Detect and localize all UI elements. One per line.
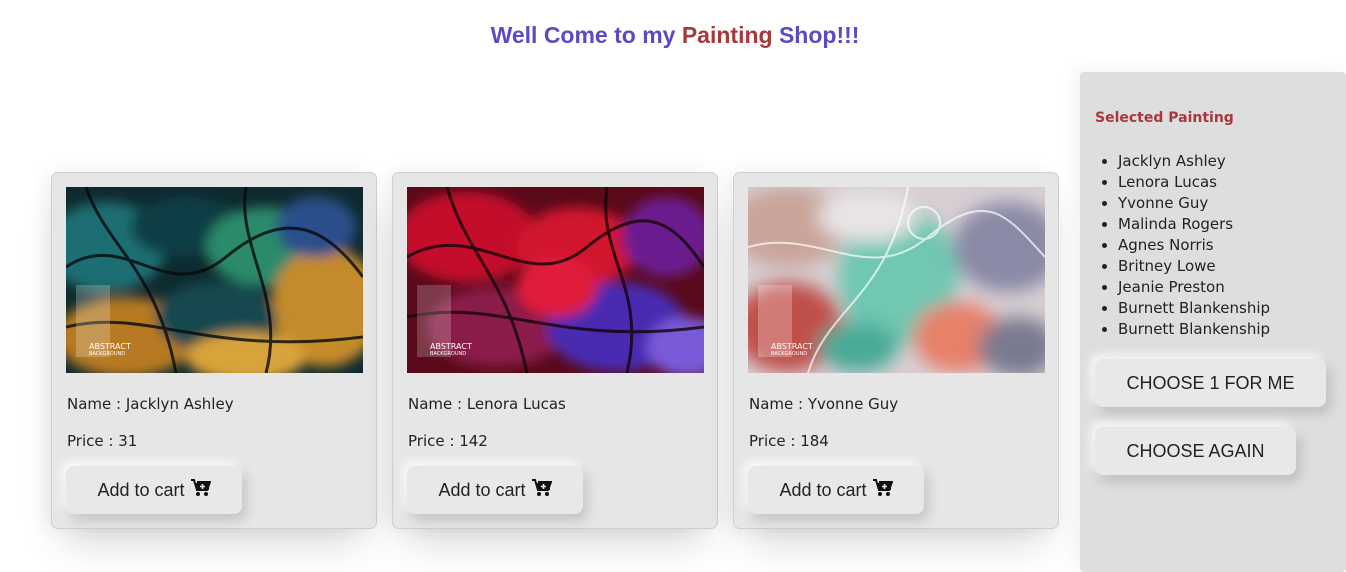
painting-name: Name : Lenora Lucas xyxy=(408,395,566,413)
panel-heading: Selected Painting xyxy=(1095,110,1234,126)
add-to-cart-button[interactable]: Add to cart xyxy=(407,466,583,514)
name-prefix: Name : xyxy=(408,395,467,413)
price-prefix: Price : xyxy=(749,432,801,450)
title-part-1: Well Come to my xyxy=(490,22,682,48)
price-prefix: Price : xyxy=(67,432,119,450)
list-item: Jeanie Preston xyxy=(1118,277,1270,298)
add-to-cart-label: Add to cart xyxy=(438,479,526,500)
name-prefix: Name : xyxy=(749,395,808,413)
name-value: Lenora Lucas xyxy=(466,395,566,413)
painting-name: Name : Yvonne Guy xyxy=(749,395,898,413)
image-caption-2: BACKGROUND xyxy=(430,351,466,357)
painting-image: ABSTRACT BACKGROUND xyxy=(407,187,704,373)
image-caption-1: ABSTRACT xyxy=(89,342,131,351)
list-item: Burnett Blankenship xyxy=(1118,298,1270,319)
painting-image: ABSTRACT BACKGROUND xyxy=(66,187,363,373)
list-item: Jacklyn Ashley xyxy=(1118,151,1270,172)
list-item: Yvonne Guy xyxy=(1118,193,1270,214)
choose-again-button[interactable]: CHOOSE AGAIN xyxy=(1095,427,1296,475)
list-item: Lenora Lucas xyxy=(1118,172,1270,193)
price-prefix: Price : xyxy=(408,432,460,450)
title-accent: Painting xyxy=(681,22,773,48)
painting-card: ABSTRACT BACKGROUND Name : Jacklyn Ashle… xyxy=(51,172,377,529)
page-title: Well Come to my Painting Shop!!! xyxy=(0,22,1346,49)
price-value: 31 xyxy=(118,432,138,450)
list-item: Agnes Norris xyxy=(1118,235,1270,256)
image-caption-2: BACKGROUND xyxy=(771,351,807,357)
name-value: Jacklyn Ashley xyxy=(125,395,234,413)
list-item: Burnett Blankenship xyxy=(1118,319,1270,340)
cart-plus-icon xyxy=(190,478,211,502)
add-to-cart-label: Add to cart xyxy=(97,479,185,500)
painting-price: Price : 184 xyxy=(749,432,829,450)
painting-price: Price : 142 xyxy=(408,432,488,450)
name-prefix: Name : xyxy=(67,395,126,413)
add-to-cart-button[interactable]: Add to cart xyxy=(66,466,242,514)
painting-card: ABSTRACT BACKGROUND Name : Lenora Lucas … xyxy=(392,172,718,529)
price-value: 184 xyxy=(800,432,829,450)
image-caption-2: BACKGROUND xyxy=(89,351,125,357)
price-value: 142 xyxy=(459,432,488,450)
painting-price: Price : 31 xyxy=(67,432,137,450)
add-to-cart-label: Add to cart xyxy=(779,479,867,500)
name-value: Yvonne Guy xyxy=(807,395,899,413)
choose-one-button[interactable]: CHOOSE 1 FOR ME xyxy=(1095,359,1326,407)
title-part-2: Shop!!! xyxy=(772,22,860,48)
selected-painting-panel: Selected Painting Jacklyn Ashley Lenora … xyxy=(1080,72,1346,572)
cart-plus-icon xyxy=(872,478,893,502)
selected-list: Jacklyn Ashley Lenora Lucas Yvonne Guy M… xyxy=(1095,151,1270,340)
add-to-cart-button[interactable]: Add to cart xyxy=(748,466,924,514)
image-caption-1: ABSTRACT xyxy=(771,342,813,351)
image-caption-1: ABSTRACT xyxy=(430,342,472,351)
list-item: Britney Lowe xyxy=(1118,256,1270,277)
painting-name: Name : Jacklyn Ashley xyxy=(67,395,234,413)
list-item: Malinda Rogers xyxy=(1118,214,1270,235)
painting-image: ABSTRACT BACKGROUND xyxy=(748,187,1045,373)
painting-card: ABSTRACT BACKGROUND Name : Yvonne Guy Pr… xyxy=(733,172,1059,529)
cart-plus-icon xyxy=(531,478,552,502)
